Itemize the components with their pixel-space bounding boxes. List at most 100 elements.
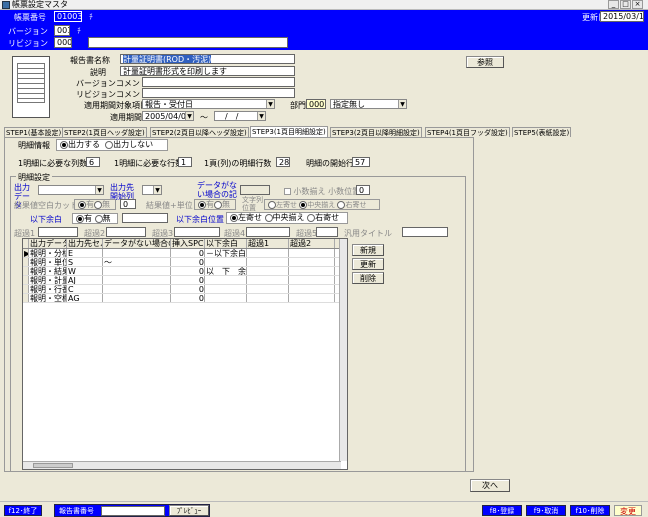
col-nodata[interactable]: データがない場合の記号 <box>103 239 171 248</box>
new-button[interactable]: 新規 <box>352 244 384 256</box>
grid-cell[interactable] <box>247 258 289 266</box>
revision-name-field[interactable] <box>88 37 288 48</box>
col-over2[interactable]: 超過2 <box>289 239 335 248</box>
grid-cell[interactable] <box>205 285 247 293</box>
grid-cell[interactable]: 0 <box>171 249 205 257</box>
version-comment-field[interactable] <box>142 77 295 87</box>
grid-cell[interactable] <box>205 276 247 284</box>
unit-yes-radio[interactable] <box>198 200 206 209</box>
grid-cell[interactable] <box>289 267 335 275</box>
dept-code-field[interactable]: 000 <box>306 99 326 109</box>
grid-cell[interactable] <box>103 285 171 293</box>
vertical-scrollbar[interactable] <box>339 239 347 461</box>
grid-cell[interactable]: 以 下 余 <box>205 267 247 275</box>
update-button[interactable]: 更新 <box>352 258 384 270</box>
period-from-field[interactable]: 2005/04/01 ▼ <box>142 111 194 121</box>
table-row[interactable]: ▶報明・分析項目E0－以下余白－ <box>23 249 347 258</box>
grid-cell[interactable]: E <box>67 249 103 257</box>
grid-cell[interactable] <box>289 294 335 302</box>
table-row[interactable]: 報明・結果値W 0以 下 余 <box>23 267 347 276</box>
grid-cell[interactable]: S <box>67 258 103 266</box>
out-yes-radio[interactable] <box>60 140 68 149</box>
grid-cell[interactable]: AJ <box>67 276 103 284</box>
search-icon[interactable]: ﾁ <box>86 12 96 22</box>
tab-step3-rest[interactable]: STEP3(2頁目以降明細設定) <box>330 127 422 137</box>
version-search-icon[interactable]: ﾁ <box>74 26 84 36</box>
out-no-radio[interactable] <box>105 140 114 149</box>
decimal-pos-field[interactable]: 0 <box>356 185 370 195</box>
grid-cell[interactable]: 0 <box>171 267 205 275</box>
grid-cell[interactable]: C <box>67 285 103 293</box>
blank-cut-field[interactable]: 0 <box>120 199 136 209</box>
ref-button[interactable]: 参照 <box>466 56 504 68</box>
table-row[interactable]: 報明・単位 S ～ 0 <box>23 258 347 267</box>
delete-button[interactable]: 削除 <box>352 272 384 284</box>
grid-cell[interactable]: 報明・空欄 <box>29 294 67 302</box>
grid-cell[interactable] <box>247 249 289 257</box>
grid-cell[interactable] <box>103 267 171 275</box>
out-pos-select[interactable]: ▼ <box>142 185 162 195</box>
below-no-radio[interactable] <box>94 214 103 223</box>
start-field[interactable]: 57 <box>352 157 370 167</box>
rows-field[interactable]: 1 <box>178 157 192 167</box>
over3-field[interactable] <box>174 227 220 237</box>
report-no-field[interactable]: 01003 <box>54 11 82 22</box>
desc-field[interactable]: 計量証明書形式を印刷します <box>120 66 295 76</box>
tab-step2-rest[interactable]: STEP2(2頁目以降ヘッダ設定) <box>150 127 249 137</box>
f12-exit-button[interactable]: f12･終了 <box>4 505 42 516</box>
grid-cell[interactable]: 報明・行番号 <box>29 285 67 293</box>
minimize-icon[interactable]: _ <box>608 0 619 9</box>
grid-cell[interactable]: 報明・分析項目 <box>29 249 67 257</box>
grid-cell[interactable]: 報明・計量方法 <box>29 276 67 284</box>
grid-cell[interactable]: 報明・結果値 <box>29 267 67 275</box>
grid-cell[interactable] <box>247 285 289 293</box>
grid-cell[interactable]: －以下余白－ <box>205 249 247 257</box>
detail-grid[interactable]: 出力データ 出力先セル データがない場合の記号 挿入SPC数 以下余白 超過1 … <box>22 238 348 470</box>
grid-cell[interactable] <box>247 276 289 284</box>
report-name-field[interactable]: 計量証明書(ROD・汚泥) <box>120 54 295 64</box>
grid-cell[interactable] <box>247 267 289 275</box>
grid-cell[interactable] <box>247 294 289 302</box>
below-pos-center-radio[interactable] <box>264 213 273 222</box>
col-over1[interactable]: 超過1 <box>247 239 289 248</box>
grid-cell[interactable]: 0 <box>171 258 205 266</box>
grid-cell[interactable] <box>103 294 171 302</box>
horizontal-scrollbar[interactable] <box>23 461 341 469</box>
grid-cell[interactable]: ～ <box>103 258 171 266</box>
below-pos-left-radio[interactable] <box>230 213 238 222</box>
f9-cancel-button[interactable]: f9･取消 <box>526 505 566 516</box>
grid-cell[interactable]: AG <box>67 294 103 302</box>
period-to-field[interactable]: __/__/__ ▼ <box>214 111 266 121</box>
tab-step1[interactable]: STEP1(基本設定) <box>4 127 64 137</box>
nodata-field[interactable] <box>240 185 270 195</box>
perpage-field[interactable]: 28 <box>276 157 290 167</box>
version-field[interactable]: 001 <box>54 25 70 36</box>
out-data-select[interactable]: ▼ <box>38 185 104 195</box>
grid-cell[interactable] <box>289 249 335 257</box>
grid-cell[interactable] <box>205 258 247 266</box>
decimal-checkbox[interactable] <box>284 188 291 195</box>
revision-field[interactable]: 0008 <box>54 37 72 48</box>
grid-cell[interactable]: W <box>67 267 103 275</box>
common-title-field[interactable] <box>402 227 448 237</box>
over5-field[interactable] <box>316 227 338 237</box>
tab-step4[interactable]: STEP4(1頁目フッダ設定) <box>425 127 510 137</box>
tab-step3-first[interactable]: STEP3(1頁目明細設定) <box>250 126 328 137</box>
grid-cell[interactable] <box>103 276 171 284</box>
close-icon[interactable]: × <box>632 0 643 9</box>
grid-cell[interactable] <box>289 285 335 293</box>
tab-step2-first[interactable]: STEP2(1頁目ヘッダ設定) <box>62 127 147 137</box>
table-row[interactable]: 報明・行番号C 0 <box>23 285 347 294</box>
blank-yes-radio[interactable] <box>78 200 86 209</box>
blank-no-radio[interactable] <box>94 200 102 209</box>
grid-cell[interactable] <box>289 258 335 266</box>
dept-select[interactable]: 指定無し ▼ <box>330 99 407 109</box>
grid-cell[interactable]: 0 <box>171 294 205 302</box>
col-below[interactable]: 以下余白 <box>205 239 247 248</box>
grid-cell[interactable] <box>205 294 247 302</box>
grid-cell[interactable]: 0 <box>171 276 205 284</box>
below-text-field[interactable] <box>122 213 168 223</box>
grid-cell[interactable] <box>103 249 171 257</box>
bottom-report-no-field[interactable] <box>101 506 165 516</box>
next-button[interactable]: 次へ <box>470 479 510 492</box>
